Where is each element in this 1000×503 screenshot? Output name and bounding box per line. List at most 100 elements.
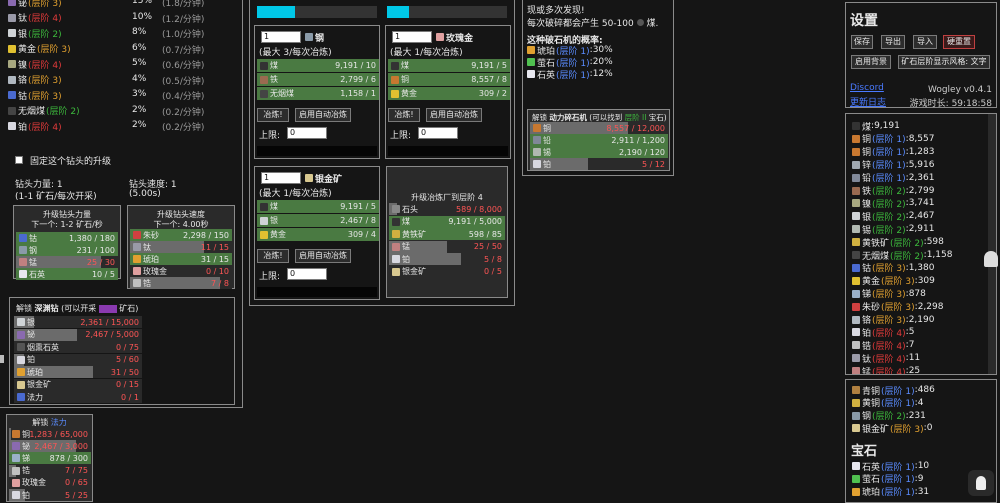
resource-tier: (层阶 1) (872, 148, 906, 159)
smelter-input-value: 8,557 / 8 (471, 75, 507, 84)
cost-name: 朱砂 (143, 230, 159, 240)
smelter-card-steel: 1 钢 (最大 3/每次冶炼) 煤 9,191 / 10 铁 2,799 / 6 无烟煤 1,1… (254, 25, 380, 159)
ore-tier: (层阶 4) (28, 14, 62, 24)
playtime: 游戏时长: 59:18:58 (910, 96, 992, 109)
inventory-row: 铜 (层阶 1): 1,283 (852, 146, 934, 158)
unlock-abyss-drill-box[interactable]: 解锁 深渊钻 (可以开采 矿石) 银 2,361 / 15,000 铋 2,467 /… (9, 297, 235, 405)
cost-label: 铂 (389, 254, 410, 265)
smelt-button[interactable]: 冶炼! (257, 108, 289, 122)
smelt-quantity-input[interactable]: 1 (261, 172, 301, 184)
upgrade-drill-speed-box[interactable]: 升级钻头速度 下一个: 4.00秒 朱砂 2,298 / 150 钛 11 / 15 琥… (127, 205, 235, 289)
upgrade-drill-power-box[interactable]: 升级钻头力量 下一个: 1-2 矿石/秒 钴 1,380 / 180 钢 231 / … (13, 205, 121, 280)
limit-input[interactable]: 0 (287, 127, 327, 139)
unlock-power-crusher-box[interactable]: 解锁 动力碎石机 (可以找到 层阶 II 宝石) 铜 8,557 / 12,000… (527, 109, 670, 171)
cost-value: 2,911 / 1,200 (611, 135, 665, 145)
cost-value: 10 / 5 (91, 269, 115, 279)
cost-bar: 钢 231 / 100 (16, 244, 118, 256)
save-button[interactable]: 保存 (851, 35, 873, 49)
resource-amount: 9 (917, 473, 924, 484)
limit-input[interactable]: 0 (287, 268, 327, 280)
cost-bar: 银 2,361 / 15,000 (14, 316, 142, 328)
resource-icon (12, 478, 20, 487)
resource-icon (533, 124, 541, 132)
resource-icon (852, 263, 860, 272)
gem-chance: 30% (592, 45, 613, 55)
smelter-input-value: 309 / 4 (347, 230, 376, 239)
changelog-link[interactable]: 更新日志 (850, 95, 886, 108)
export-button[interactable]: 导出 (881, 35, 905, 49)
auto-smelt-button[interactable]: 启用自动冶炼 (295, 249, 351, 263)
cost-bar: 法力 0 / 1 (14, 391, 142, 403)
cost-bar: 玫瑰金 0 / 10 (130, 265, 232, 277)
import-button[interactable]: 导入 (913, 35, 937, 49)
cost-value: 5 / 12 (641, 159, 665, 169)
crusher-chance-row: 萤石 (层阶 1): 20% (527, 56, 613, 69)
upgrade-smelter-box[interactable]: 升级冶炼厂到层阶 4 石头 589 / 8,000 煤 9,191 / 5,000 黄铁… (386, 166, 508, 298)
inventory-row: 钛 (层阶 4): 11 (852, 352, 921, 365)
ore-name: 钴 (18, 91, 28, 102)
smelt-button[interactable]: 冶炼! (388, 108, 420, 122)
resource-icon (19, 234, 27, 242)
crusher-unlock-tier: 层阶 II (624, 113, 647, 122)
smelt-button[interactable]: 冶炼! (257, 249, 289, 263)
resource-amount: 5,916 (908, 159, 935, 170)
cost-label: 铂 (530, 159, 551, 170)
resource-amount: 598 (926, 237, 944, 248)
resource-amount: 11 (908, 353, 921, 364)
inventory-scrollbar[interactable] (988, 114, 996, 374)
cost-value: 25 / 50 (473, 242, 502, 251)
inventory-row: 银金矿 (层阶 3): 0 (852, 422, 932, 435)
cost-bar: 银金矿 0 / 5 (389, 265, 505, 278)
smelter-input-label: 无烟煤 (257, 88, 294, 99)
discord-link[interactable]: Discord (850, 83, 884, 93)
enable-background-button[interactable]: 启用背景 (851, 55, 891, 69)
fix-upgrade-checkbox[interactable] (15, 156, 23, 164)
ore-rate: (0.4/分钟) (162, 92, 205, 102)
crusher-unlock-name: 动力碎石机 (549, 113, 587, 122)
cost-value: 0 / 1 (121, 392, 139, 402)
mascot-icon[interactable] (968, 470, 994, 496)
resource-amount: 7 (908, 340, 915, 351)
steel-progress-bar (257, 6, 377, 18)
ore-percent: 2% (132, 104, 147, 115)
inventory-row: 锌 (层阶 1): 5,916 (852, 159, 934, 171)
ghost-icon[interactable] (984, 251, 998, 267)
cost-bar: 烟熏石英 0 / 75 (14, 341, 142, 353)
unlock-magic-box[interactable]: 解锁 法力 铜 1,283 / 65,000 铋 2,467 / 3,000 锑 878 … (6, 414, 93, 502)
gem-icon (527, 58, 535, 66)
resource-icon (852, 122, 860, 130)
resource-icon (852, 199, 860, 208)
resource-icon (852, 276, 860, 285)
drill-panel: 铋 (层阶 3) 15% (1.8/分钟) 钛 (层阶 4) 10% (1.2/分钟) 银 (层阶… (0, 0, 243, 408)
resource-tier: (层阶 2) (890, 251, 924, 262)
smelter-input-bar: 银 2,467 / 8 (257, 214, 379, 227)
inventory-row: 黄铜 (层阶 1): 4 (852, 397, 923, 409)
auto-smelt-button[interactable]: 启用自动冶炼 (295, 108, 351, 122)
resource-amount: 2,467 (908, 211, 935, 222)
resource-tier: (层阶 1) (881, 475, 915, 486)
hard-reset-button[interactable]: 硬重置 (943, 35, 975, 49)
smelter-input-bar: 铁 2,799 / 6 (257, 73, 379, 86)
smelter-input-label: 黄金 (257, 229, 286, 240)
smelter-progress-bar (388, 146, 508, 156)
ore-style-button[interactable]: 矿石层阶显示风格: 文字 (898, 55, 990, 69)
resource-name: 无烟煤 (862, 251, 890, 262)
smelter-input-label: 煤 (257, 201, 278, 212)
resource-amount: 486 (917, 385, 935, 395)
resource-icon (852, 341, 860, 350)
ore-name: 钛 (18, 14, 28, 24)
auto-smelt-button[interactable]: 启用自动冶炼 (426, 108, 482, 122)
ore-chance-row: 钛 (层阶 4) (8, 12, 62, 24)
smelt-quantity-input[interactable]: 1 (261, 31, 301, 43)
limit-input[interactable]: 0 (418, 127, 458, 139)
cost-label: 锡 (530, 147, 551, 158)
cost-value: 11 / 15 (200, 242, 229, 252)
cost-name: 玫瑰金 (143, 266, 167, 276)
cost-bar: 铋 2,467 / 3,000 (9, 440, 91, 453)
resource-icon (19, 270, 27, 278)
smelt-quantity-input[interactable]: 1 (392, 31, 432, 43)
smelter-input-value: 2,467 / 8 (340, 216, 376, 225)
resource-icon (133, 243, 141, 251)
ore-tier: (层阶 3) (28, 76, 62, 86)
smelter-name: 玫瑰金 (446, 33, 474, 44)
